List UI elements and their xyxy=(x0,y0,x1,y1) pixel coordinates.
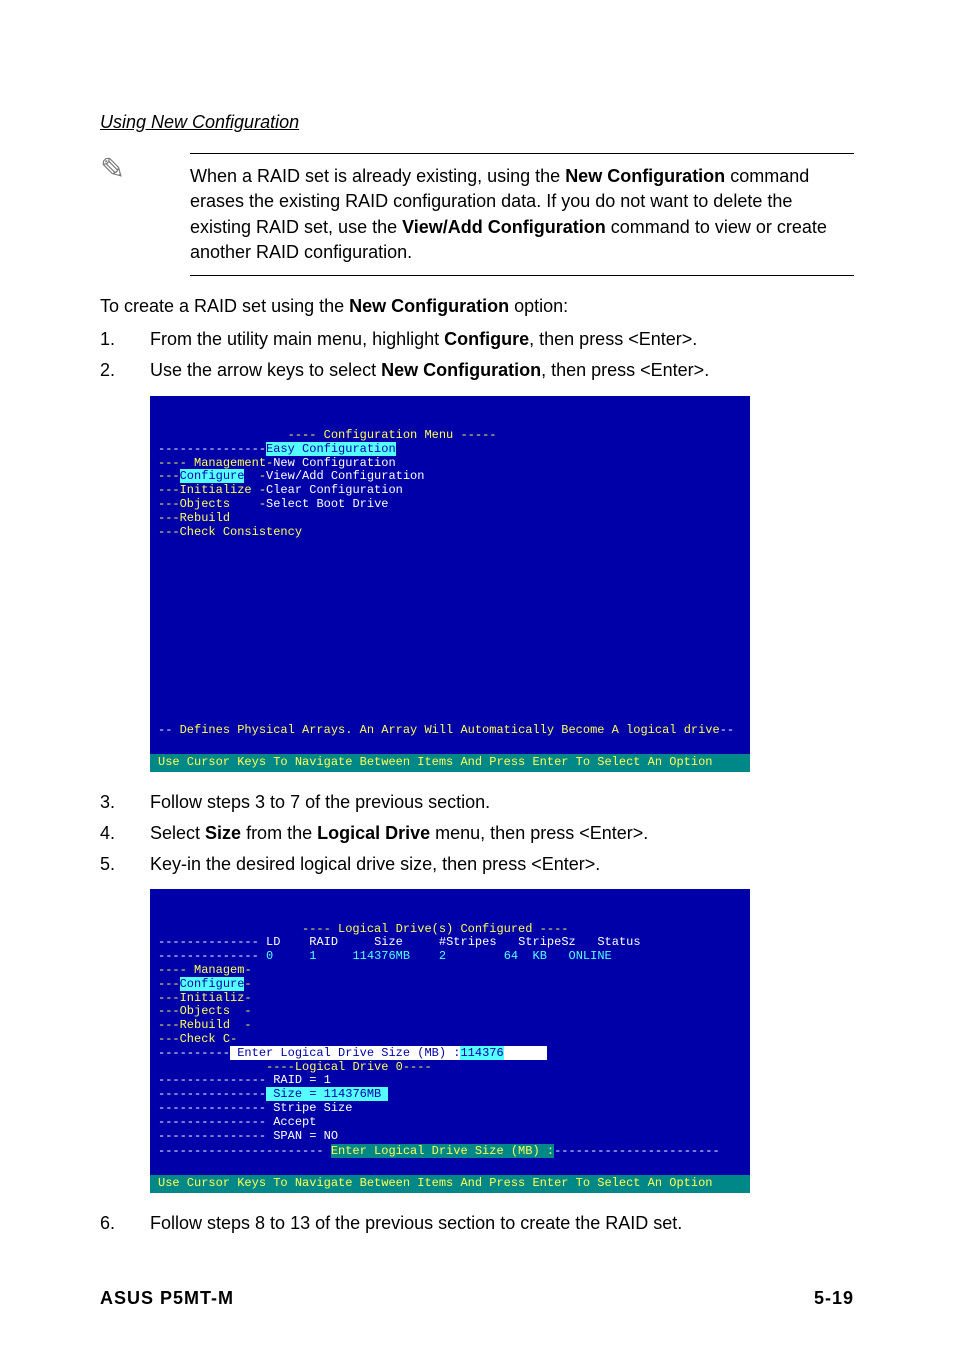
step-num: 5. xyxy=(100,852,150,877)
menu-item[interactable]: Objects xyxy=(180,497,230,511)
bios-screenshot-logical-drive: ---- Logical Drive(s) Configured ---- --… xyxy=(150,889,750,1193)
steps-list-b: 3. Follow steps 3 to 7 of the previous s… xyxy=(100,790,854,878)
note-bold: New Configuration xyxy=(565,166,725,186)
table-header-row: -------------- LD RAID Size #Stripes Str… xyxy=(158,935,641,949)
menu-item[interactable]: Initializ xyxy=(180,991,245,1005)
menu-item[interactable]: Objects xyxy=(180,1004,230,1018)
bios-hint-bar: Use Cursor Keys To Navigate Between Item… xyxy=(150,754,750,772)
size-input-field[interactable]: 114376 xyxy=(460,1046,503,1060)
step-text: Key-in the desired logical drive size, t… xyxy=(150,852,854,877)
menu-item[interactable]: Configure xyxy=(180,469,245,483)
bios-prompt: ----------------------- Enter Logical Dr… xyxy=(150,1143,750,1161)
intro-post: option: xyxy=(509,296,568,316)
bios-hint-bar: Use Cursor Keys To Navigate Between Item… xyxy=(150,1175,750,1193)
footer-product: ASUS P5MT-M xyxy=(100,1286,234,1311)
menu-item[interactable]: View/Add Configuration xyxy=(266,469,424,483)
ld-item[interactable]: Accept xyxy=(273,1115,316,1129)
list-item: 1. From the utility main menu, highlight… xyxy=(100,327,854,352)
step-text: Use the arrow keys to select New Configu… xyxy=(150,358,854,383)
size-input-label: Enter Logical Drive Size (MB) : xyxy=(230,1046,460,1060)
note-bold: View/Add Configuration xyxy=(402,217,606,237)
list-item: 2. Use the arrow keys to select New Conf… xyxy=(100,358,854,383)
t: Size xyxy=(205,823,241,843)
table-row: -------------- 0 1 114376MB 2 64 KB ONLI… xyxy=(158,949,612,963)
list-item: 5. Key-in the desired logical drive size… xyxy=(100,852,854,877)
intro-line: To create a RAID set using the New Confi… xyxy=(100,294,854,319)
menu-item[interactable]: Check Consistency xyxy=(180,525,302,539)
bios-help-text: -- Defines Physical Arrays. An Array Wil… xyxy=(150,722,750,740)
step-text: Follow steps 3 to 7 of the previous sect… xyxy=(150,790,854,815)
step-text: Select Size from the Logical Drive menu,… xyxy=(150,821,854,846)
t: from the xyxy=(241,823,317,843)
footer-page-number: 5-19 xyxy=(814,1286,854,1311)
panel-title: Logical Drive 0 xyxy=(295,1060,403,1074)
ld-item[interactable]: Stripe Size xyxy=(273,1101,352,1115)
list-item: 4. Select Size from the Logical Drive me… xyxy=(100,821,854,846)
t: Use the arrow keys to select xyxy=(150,360,381,380)
steps-list-a: 1. From the utility main menu, highlight… xyxy=(100,327,854,383)
note-text: When a RAID set is already existing, usi… xyxy=(190,164,854,265)
menu-item[interactable]: Check C xyxy=(180,1032,230,1046)
menu-item[interactable]: New Configuration xyxy=(273,456,395,470)
t: , then press <Enter>. xyxy=(541,360,709,380)
intro-bold: New Configuration xyxy=(349,296,509,316)
bios-title: ---- Logical Drive(s) Configured ---- xyxy=(158,922,568,936)
menu-item[interactable]: Initialize xyxy=(180,483,252,497)
menu-item[interactable]: Clear Configuration xyxy=(266,483,403,497)
bios-screenshot-config-menu: ---- Configuration Menu ----- ----------… xyxy=(150,396,750,772)
pencil-note-icon: ✎ xyxy=(100,149,125,191)
step-text: From the utility main menu, highlight Co… xyxy=(150,327,854,352)
step-num: 1. xyxy=(100,327,150,352)
ld-item[interactable]: SPAN = NO xyxy=(273,1129,338,1143)
menu-item[interactable]: Management xyxy=(194,456,266,470)
list-item: 3. Follow steps 3 to 7 of the previous s… xyxy=(100,790,854,815)
bios-title: ---- Configuration Menu ----- xyxy=(158,428,496,442)
note-box: When a RAID set is already existing, usi… xyxy=(190,153,854,276)
ld-item[interactable]: RAID = 1 xyxy=(273,1073,331,1087)
t: Configure xyxy=(444,329,529,349)
ld-item[interactable]: Size = 114376MB xyxy=(266,1087,388,1101)
steps-list-c: 6. Follow steps 8 to 13 of the previous … xyxy=(100,1211,854,1236)
page-footer: ASUS P5MT-M 5-19 xyxy=(100,1286,854,1311)
menu-item[interactable]: Configure xyxy=(180,977,245,991)
section-heading: Using New Configuration xyxy=(100,110,854,135)
intro-pre: To create a RAID set using the xyxy=(100,296,349,316)
t: , then press <Enter>. xyxy=(529,329,697,349)
t: menu, then press <Enter>. xyxy=(430,823,648,843)
step-num: 6. xyxy=(100,1211,150,1236)
step-text: Follow steps 8 to 13 of the previous sec… xyxy=(150,1211,854,1236)
t: From the utility main menu, highlight xyxy=(150,329,444,349)
note-seg: When a RAID set is already existing, usi… xyxy=(190,166,565,186)
menu-item[interactable]: Easy Configuration xyxy=(266,442,396,456)
t: New Configuration xyxy=(381,360,541,380)
step-num: 3. xyxy=(100,790,150,815)
menu-item[interactable]: Rebuild xyxy=(180,1018,230,1032)
menu-item[interactable]: Managem xyxy=(194,963,244,977)
list-item: 6. Follow steps 8 to 13 of the previous … xyxy=(100,1211,854,1236)
step-num: 2. xyxy=(100,358,150,383)
t: Logical Drive xyxy=(317,823,430,843)
menu-item[interactable]: Rebuild xyxy=(180,511,230,525)
step-num: 4. xyxy=(100,821,150,846)
t: Select xyxy=(150,823,205,843)
menu-item[interactable]: Select Boot Drive xyxy=(266,497,388,511)
